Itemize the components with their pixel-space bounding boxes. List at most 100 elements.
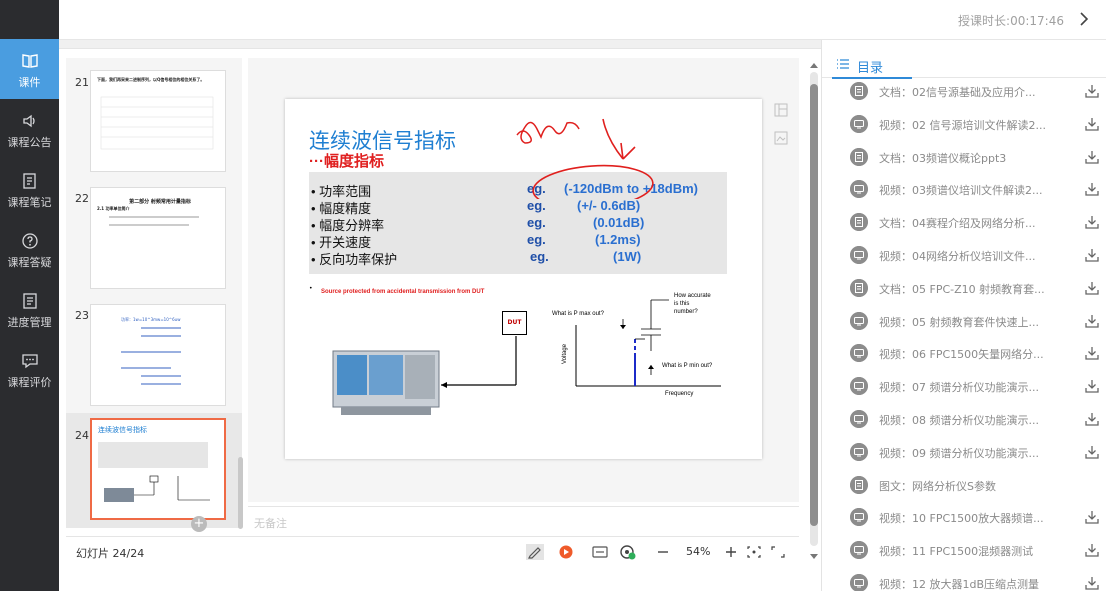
video-icon — [850, 246, 868, 264]
x-axis-label: Frequency — [665, 391, 694, 397]
download-icon[interactable] — [1084, 83, 1100, 99]
download-icon[interactable] — [1084, 149, 1100, 165]
catalog-item[interactable]: 视频：10 FPC1500放大器频谱... — [822, 502, 1106, 534]
zoom-in-icon[interactable] — [722, 544, 740, 560]
nav-label: 课程笔记 — [7, 196, 52, 209]
app: 课件 课程公告 课程笔记 课程答疑 进度管理 课程评价 授课时长:00:17:4… — [0, 0, 1106, 591]
accuracy-line: How accurate — [674, 293, 711, 299]
fit-screen-icon[interactable] — [745, 544, 763, 560]
zoom-out-icon[interactable] — [654, 544, 672, 560]
nav-item-qa[interactable]: 课程答疑 — [0, 219, 59, 279]
catalog-item[interactable]: 视频：03频谱仪培训文件解读2... — [822, 174, 1106, 206]
download-icon[interactable] — [1084, 411, 1100, 427]
current-slide: 连续波信号指标 ···幅度指标 • 功率范围 eg. (-120dBm to +… — [285, 99, 762, 459]
nav-label: 课程答疑 — [7, 256, 52, 269]
thumbnail-title: 功率：1w=10^3mw=10^6uw — [121, 317, 181, 322]
pmin-question: What is P min out? — [662, 363, 713, 369]
download-icon[interactable] — [1084, 280, 1100, 296]
image-icon[interactable] — [774, 131, 788, 145]
thumbnail-item[interactable]: 22 第二部分 射频常用计量指标 2.1 功率单位简介 — [66, 176, 242, 293]
lecture-duration: 授课时长:00:17:46 — [958, 14, 1064, 28]
thumbnail-list[interactable]: 21 下面，我们再采来二进制序列，以Q信号相位的相位关系了。 22 第二部分 射… — [66, 58, 242, 528]
fullscreen-icon[interactable] — [769, 544, 787, 560]
catalog-item[interactable]: 文档：04赛程介绍及网络分析... — [822, 207, 1106, 239]
catalog-item[interactable]: 视频：06 FPC1500矢量网络分... — [822, 338, 1106, 370]
subtitle-icon[interactable] — [591, 544, 609, 560]
thumbnail-line — [141, 335, 181, 337]
thumbnail-line — [141, 327, 181, 329]
catalog-item[interactable]: 文档：02信号源基础及应用介... — [822, 76, 1106, 108]
bottom-toolbar: 幻灯片 24/24 54% — [66, 536, 799, 566]
catalog-item[interactable]: 视频：04网络分析仪培训文件... — [822, 240, 1106, 272]
thumbnail-title: 连续波信号指标 — [98, 426, 147, 434]
catalog-item-label: 视频：06 FPC1500矢量网络分... — [879, 348, 1044, 362]
layout-icon[interactable] — [774, 103, 788, 117]
catalog-item[interactable]: 视频：12 放大器1dB压缩点测量 — [822, 568, 1106, 591]
document-icon — [850, 278, 868, 297]
scroll-down-icon[interactable] — [808, 552, 820, 562]
catalog-title: 目录 — [857, 61, 884, 76]
video-icon — [850, 508, 868, 527]
download-icon[interactable] — [1084, 575, 1100, 591]
nav-item-courseware[interactable]: 课件 — [0, 39, 59, 99]
viewer-scrollbar[interactable] — [808, 58, 820, 564]
video-icon — [850, 180, 868, 199]
download-icon[interactable] — [1084, 181, 1100, 197]
thumbnail-line — [109, 224, 189, 226]
screen-share-icon[interactable] — [619, 544, 637, 560]
catalog-item[interactable]: 视频：07 频谱分析仪功能演示... — [822, 371, 1106, 403]
thumbnail-item[interactable]: 21 下面，我们再采来二进制序列，以Q信号相位的相位关系了。 — [66, 58, 242, 176]
download-icon[interactable] — [1084, 542, 1100, 558]
catalog-item[interactable]: 视频：11 FPC1500混频器测试 — [822, 535, 1106, 567]
catalog-item-label: 视频：12 放大器1dB压缩点测量 — [879, 578, 1040, 591]
nav-item-review[interactable]: 课程评价 — [0, 339, 59, 399]
download-icon[interactable] — [1084, 313, 1100, 329]
catalog-item-label: 视频：05 射频教育套件快速上... — [879, 315, 1039, 329]
catalog-item[interactable]: 视频：09 频谱分析仪功能演示... — [822, 437, 1106, 469]
download-icon[interactable] — [1084, 247, 1100, 263]
slide-counter: 幻灯片 24/24 — [76, 547, 145, 560]
catalog-item-label: 文档：05 FPC-Z10 射频教育套... — [879, 282, 1045, 296]
pen-icon[interactable] — [526, 544, 544, 560]
thumbnail-title: 下面，我们再采来二进制序列，以Q信号相位的相位关系了。 — [97, 77, 205, 82]
thumbnail-line — [141, 375, 181, 377]
catalog-item-label: 视频：08 频谱分析仪功能演示... — [879, 414, 1039, 427]
thumbnail-number: 22 — [75, 192, 89, 205]
scroll-up-icon[interactable] — [808, 60, 820, 70]
nav-item-announcement[interactable]: 课程公告 — [0, 99, 59, 159]
thumbnail-line — [121, 367, 171, 369]
video-icon — [850, 377, 868, 396]
catalog-item[interactable]: 图文：网络分析仪S参数 — [822, 470, 1106, 502]
download-icon[interactable] — [1084, 444, 1100, 460]
thumbnail-item-selected[interactable]: 24 连续波信号指标 — [66, 413, 242, 528]
nav-item-progress[interactable]: 进度管理 — [0, 279, 59, 339]
document-icon — [850, 475, 868, 494]
nav-item-notes[interactable]: 课程笔记 — [0, 159, 59, 219]
scroll-thumb[interactable] — [810, 84, 818, 526]
list-icon — [837, 59, 849, 69]
download-icon[interactable] — [1084, 378, 1100, 394]
video-icon — [850, 442, 868, 461]
accuracy-question: How accurate is this number? — [674, 292, 711, 316]
download-icon[interactable] — [1084, 116, 1100, 132]
download-icon[interactable] — [1084, 345, 1100, 361]
top-bar: 授课时长:00:17:46 — [59, 0, 1106, 40]
chevron-right-icon[interactable] — [1076, 10, 1092, 28]
add-slide-button[interactable]: + — [191, 516, 207, 532]
document-icon — [850, 213, 868, 232]
thumbnail-line — [121, 351, 181, 353]
catalog-item[interactable]: 视频：02 信号源培训文件解读2... — [822, 109, 1106, 141]
thumbnail-item[interactable]: 23 功率：1w=10^3mw=10^6uw — [66, 293, 242, 410]
notes-placeholder: 无备注 — [254, 517, 287, 530]
play-icon[interactable] — [557, 544, 575, 560]
thumbnail-title: 第二部分 射频常用计量指标 — [129, 199, 191, 205]
catalog-item[interactable]: 文档：03频谱仪概论ppt3 — [822, 142, 1106, 174]
catalog-item[interactable]: 文档：05 FPC-Z10 射频教育套... — [822, 273, 1106, 305]
notes-area[interactable]: 无备注 — [248, 506, 799, 536]
catalog-item[interactable]: 视频：08 频谱分析仪功能演示... — [822, 404, 1106, 436]
download-icon[interactable] — [1084, 509, 1100, 525]
catalog-item[interactable]: 视频：05 射频教育套件快速上... — [822, 306, 1106, 338]
thumbnail-preview: 第二部分 射频常用计量指标 2.1 功率单位简介 — [90, 187, 226, 289]
download-icon[interactable] — [1084, 214, 1100, 230]
thumbnail-scrollbar[interactable] — [238, 457, 243, 529]
